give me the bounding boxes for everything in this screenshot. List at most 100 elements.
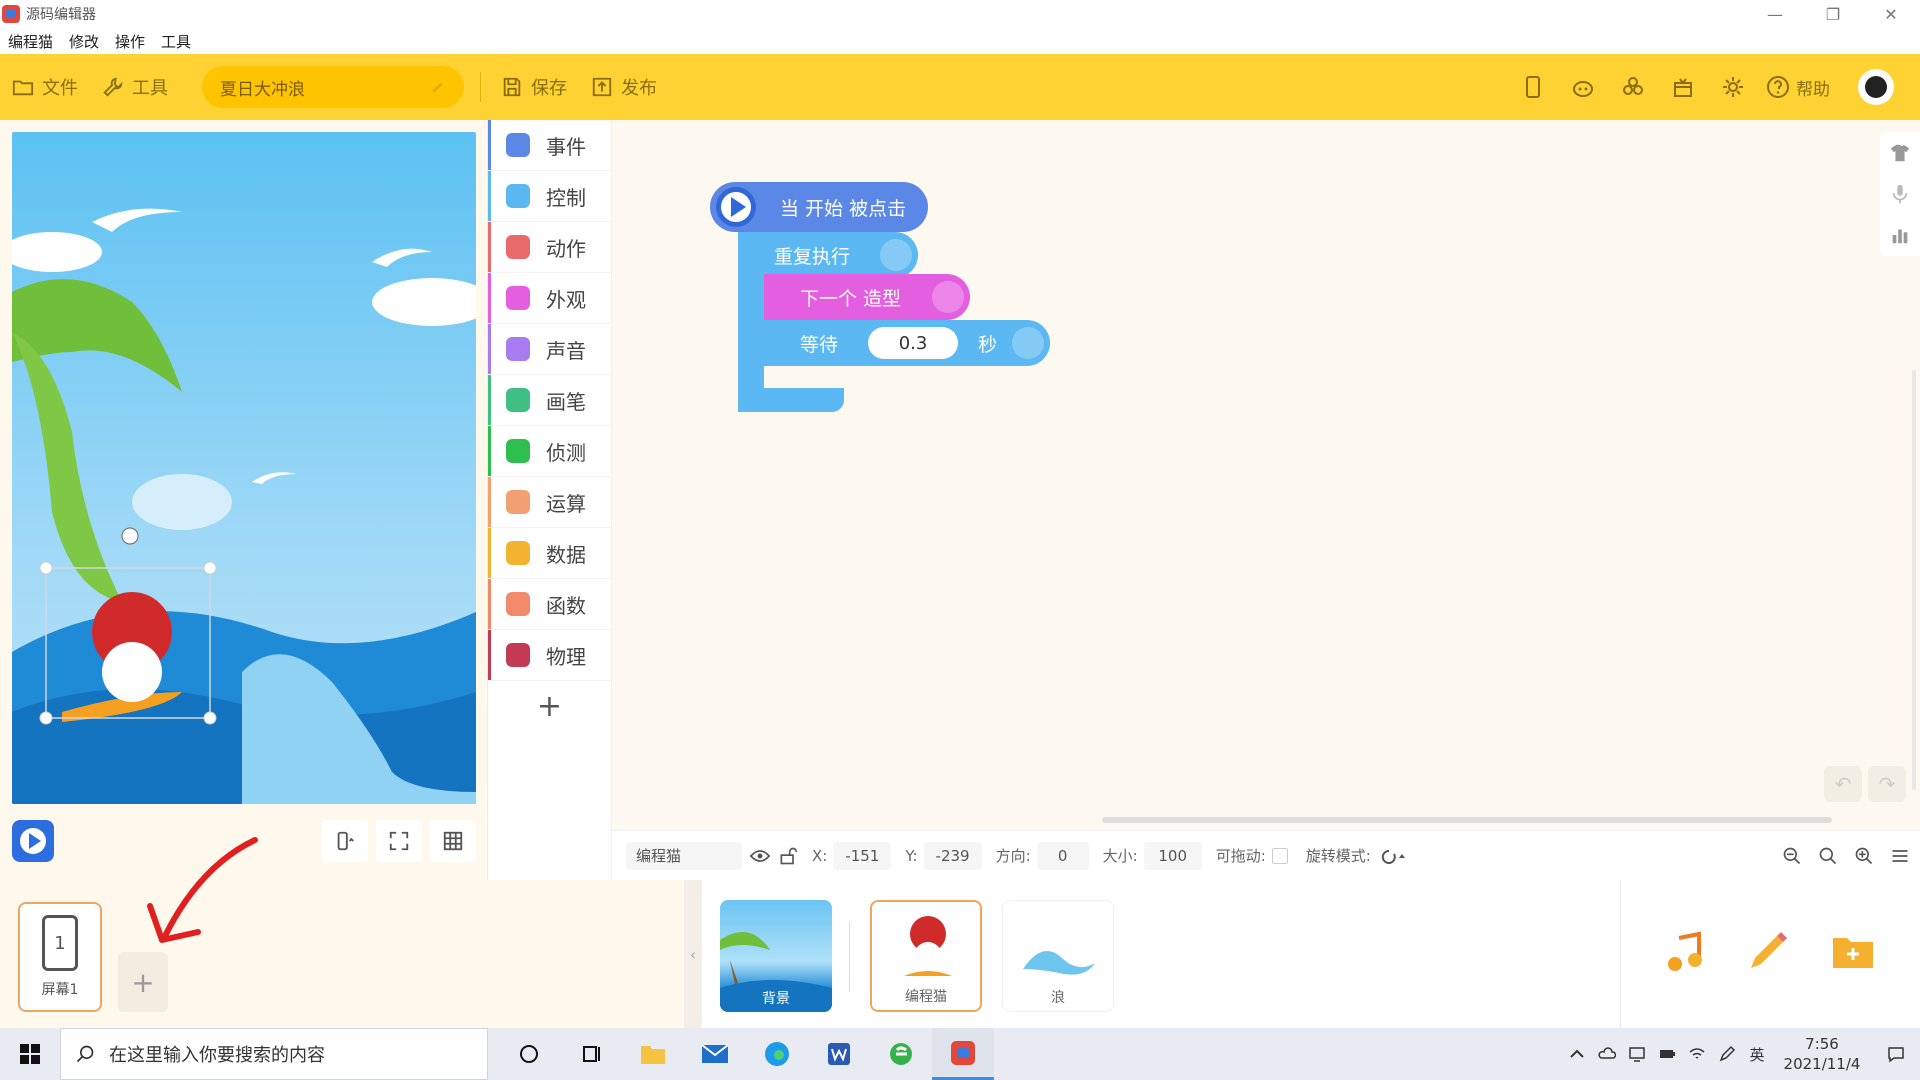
- microphone-icon[interactable]: [1889, 183, 1911, 205]
- next-costume-block[interactable]: 下一个 造型: [764, 274, 970, 320]
- category-sound[interactable]: 声音: [488, 324, 611, 375]
- wait-seconds-input[interactable]: 0.3: [868, 327, 959, 359]
- publish-button[interactable]: 发布: [579, 54, 669, 120]
- x-input[interactable]: -151: [833, 841, 892, 870]
- notification-icon[interactable]: [1872, 1045, 1920, 1063]
- category-label: 数据: [546, 542, 586, 567]
- file-explorer-button[interactable]: [622, 1028, 684, 1080]
- horizontal-scrollbar[interactable]: [1102, 817, 1832, 823]
- source-editor-taskbar-button[interactable]: [932, 1028, 994, 1080]
- category-control[interactable]: 控制: [488, 171, 611, 222]
- category-events[interactable]: 事件: [488, 120, 611, 171]
- shirt-icon[interactable]: [1889, 142, 1911, 164]
- close-button[interactable]: ✕: [1862, 0, 1920, 28]
- category-label: 动作: [546, 236, 586, 261]
- repeat-forever-block[interactable]: 重复执行: [738, 232, 918, 278]
- undo-button[interactable]: ↶: [1824, 766, 1862, 802]
- size-input[interactable]: 100: [1143, 841, 1202, 870]
- start-button[interactable]: [0, 1028, 60, 1080]
- rotation-mode-dropdown-icon[interactable]: [1377, 847, 1409, 865]
- add-screen-button[interactable]: +: [118, 952, 168, 1012]
- draggable-checkbox[interactable]: [1271, 847, 1288, 864]
- tray-overflow-icon[interactable]: [1562, 1045, 1592, 1063]
- maximize-button[interactable]: ❐: [1804, 0, 1862, 28]
- stage-panel: [0, 120, 488, 880]
- zoom-reset-icon[interactable]: [1818, 846, 1838, 866]
- sprite-card-wave[interactable]: 浪: [1002, 900, 1114, 1012]
- extensions-button[interactable]: [1608, 54, 1658, 120]
- when-start-clicked-block[interactable]: 当 开始 被点击: [710, 182, 928, 232]
- draggable-label: 可拖动:: [1215, 847, 1266, 865]
- add-category-button[interactable]: +: [488, 681, 611, 731]
- sound-library-button[interactable]: [1661, 928, 1709, 976]
- fullscreen-button[interactable]: [376, 820, 422, 862]
- paint-button[interactable]: [1743, 928, 1791, 976]
- mail-button[interactable]: [684, 1028, 746, 1080]
- category-pen[interactable]: 画笔: [488, 375, 611, 426]
- network-status-icon[interactable]: [1622, 1045, 1652, 1063]
- ime-indicator[interactable]: 英: [1742, 1044, 1772, 1065]
- run-button[interactable]: [12, 820, 54, 862]
- code-workspace[interactable]: 重复执行 下一个 造型 等待 0.3 秒 当 开始 被点击 ↶ ↷: [612, 120, 1920, 830]
- settings-button[interactable]: [1708, 54, 1758, 120]
- upload-folder-button[interactable]: [1829, 928, 1877, 976]
- onedrive-icon[interactable]: [1592, 1045, 1622, 1063]
- project-name-input[interactable]: 夏日大冲浪: [202, 66, 464, 108]
- publish-label: 发布: [621, 78, 657, 99]
- taskbar-search-input[interactable]: 在这里输入你要搜索的内容: [60, 1028, 488, 1080]
- device-select-button[interactable]: [322, 820, 368, 862]
- file-button[interactable]: 文件: [0, 54, 90, 120]
- menu-item-tools[interactable]: 工具: [161, 31, 191, 52]
- save-button[interactable]: 保存: [489, 54, 579, 120]
- word-button[interactable]: [808, 1028, 870, 1080]
- category-data[interactable]: 数据: [488, 528, 611, 579]
- direction-input[interactable]: 0: [1036, 841, 1089, 870]
- shirt-icon: [506, 286, 530, 310]
- robot-button[interactable]: [1558, 54, 1608, 120]
- menu-item-operate[interactable]: 操作: [115, 31, 145, 52]
- gift-button[interactable]: [1658, 54, 1708, 120]
- user-avatar[interactable]: [1858, 69, 1894, 105]
- grid-button[interactable]: [430, 820, 476, 862]
- block-unit: 秒: [978, 333, 998, 356]
- unlock-icon[interactable]: [778, 846, 798, 866]
- battery-icon[interactable]: [1652, 1045, 1682, 1063]
- category-motion[interactable]: 动作: [488, 222, 611, 273]
- stage-scene: [12, 208, 476, 804]
- menu-item-bianchengmao[interactable]: 编程猫: [8, 31, 53, 52]
- vertical-scrollbar[interactable]: [1912, 370, 1916, 790]
- sprite-card-codemao[interactable]: 编程猫: [870, 900, 982, 1012]
- sprite-card-background[interactable]: 背景: [720, 900, 832, 1012]
- task-view-button[interactable]: [560, 1028, 622, 1080]
- collapse-tab[interactable]: ‹: [684, 880, 702, 1028]
- help-button[interactable]: 帮助: [1758, 75, 1858, 100]
- zoom-in-icon[interactable]: [1854, 846, 1874, 866]
- sprite-name-field[interactable]: 编程猫: [626, 841, 742, 870]
- browser-button[interactable]: [870, 1028, 932, 1080]
- system-tray: 英 7:56 2021/11/4: [1562, 1028, 1920, 1080]
- tools-button[interactable]: 工具: [90, 54, 180, 120]
- cortana-button[interactable]: [498, 1028, 560, 1080]
- bar-chart-icon[interactable]: [1889, 224, 1911, 246]
- zoom-out-icon[interactable]: [1782, 846, 1802, 866]
- pen-icon[interactable]: [1712, 1045, 1742, 1063]
- category-looks[interactable]: 外观: [488, 273, 611, 324]
- eye-icon[interactable]: [750, 846, 770, 866]
- device-button[interactable]: [1508, 54, 1558, 120]
- screen-card[interactable]: 1 屏幕1: [18, 902, 102, 1012]
- taskbar-clock[interactable]: 7:56 2021/11/4: [1772, 1034, 1872, 1074]
- category-operators[interactable]: 运算: [488, 477, 611, 528]
- edge-button[interactable]: [746, 1028, 808, 1080]
- category-functions[interactable]: 函数: [488, 579, 611, 630]
- menu-item-edit[interactable]: 修改: [69, 31, 99, 52]
- wait-block[interactable]: 等待 0.3 秒: [764, 320, 1050, 366]
- category-physics[interactable]: 物理: [488, 630, 611, 681]
- play-icon: [716, 187, 756, 227]
- wifi-icon[interactable]: [1682, 1045, 1712, 1063]
- redo-button[interactable]: ↷: [1868, 766, 1906, 802]
- minimize-button[interactable]: —: [1746, 0, 1804, 28]
- stage-canvas[interactable]: [12, 132, 476, 804]
- category-sensing[interactable]: 侦测: [488, 426, 611, 477]
- y-input[interactable]: -239: [923, 841, 982, 870]
- menu-icon[interactable]: [1890, 846, 1910, 866]
